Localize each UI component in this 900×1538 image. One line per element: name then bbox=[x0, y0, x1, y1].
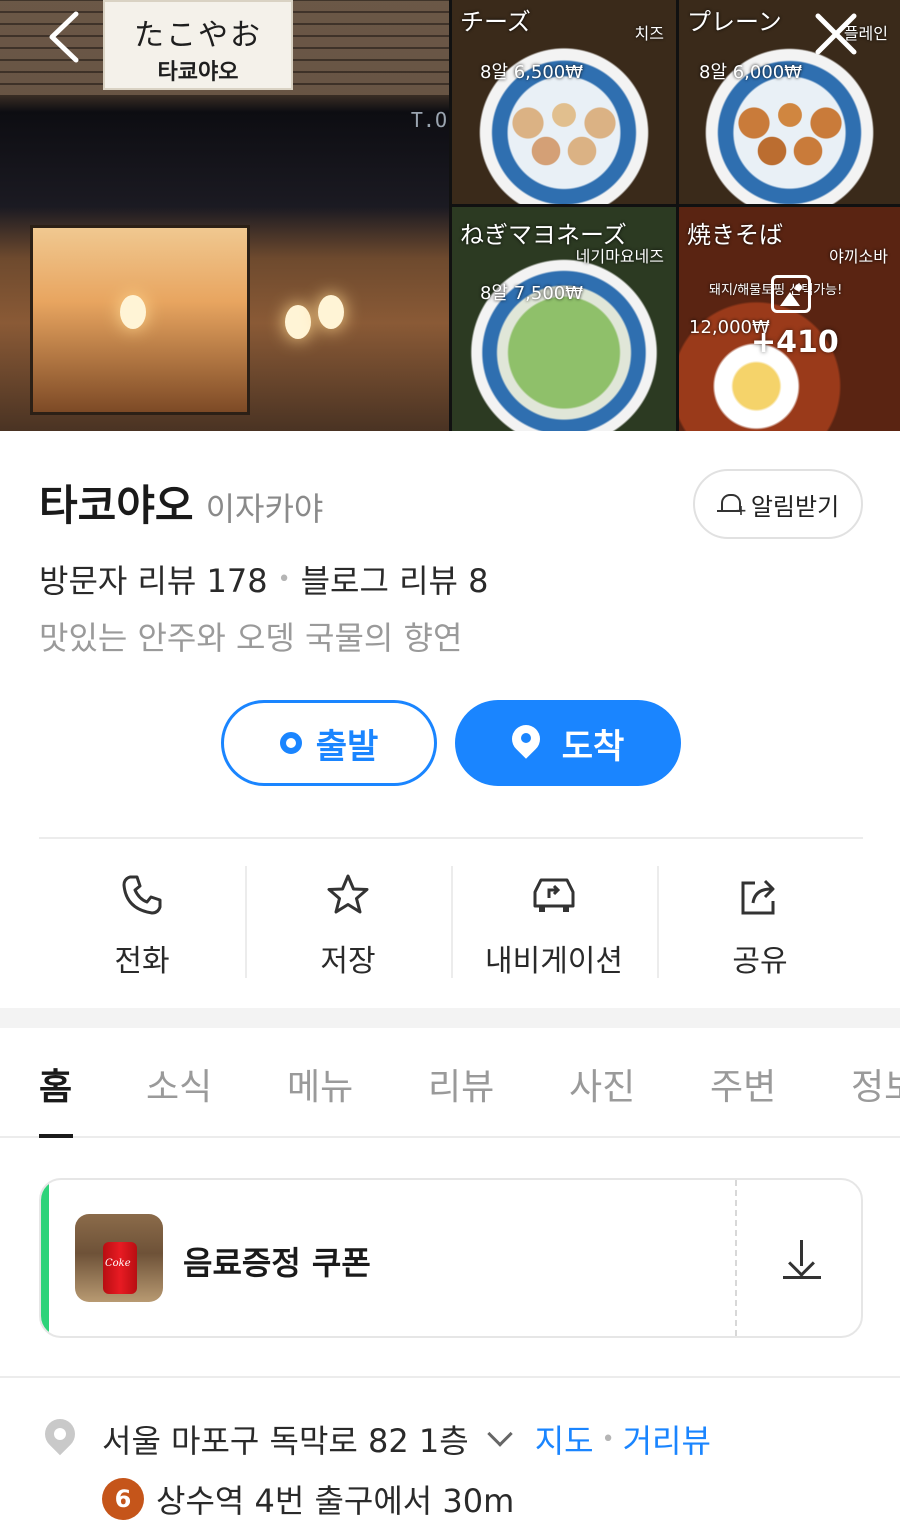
sign-logo-text: たこやお bbox=[134, 18, 262, 53]
place-category: 이자카야 bbox=[205, 490, 324, 528]
lantern bbox=[318, 295, 344, 329]
depart-label: 출발 bbox=[315, 726, 379, 767]
coupon-accent-bar bbox=[41, 1180, 49, 1336]
map-link[interactable]: 지도 bbox=[535, 1416, 594, 1462]
bell-plus-icon: + bbox=[716, 492, 747, 518]
navigation-action[interactable]: 내비게이션 bbox=[451, 866, 657, 980]
chevron-down-icon[interactable] bbox=[487, 1421, 513, 1447]
address-text: 서울 마포구 독막로 82 1층 bbox=[102, 1422, 469, 1460]
cola-can-image bbox=[103, 1242, 137, 1294]
notification-button[interactable]: + 알림받기 bbox=[693, 469, 863, 539]
address-row: 서울 마포구 독막로 82 1층 지도 • 거리뷰 bbox=[44, 1416, 711, 1462]
tab-home[interactable]: 홈 bbox=[39, 1058, 72, 1110]
menu-photo-price: 8알 6,000₩ bbox=[699, 62, 803, 83]
menu-photo-ko-label: 치즈 bbox=[634, 24, 664, 43]
close-button[interactable] bbox=[804, 10, 868, 74]
navigation-label: 내비게이션 bbox=[485, 944, 623, 979]
review-summary: 방문자 리뷰 178 • 블로그 리뷰 8 bbox=[39, 556, 489, 602]
place-title-row: 타코야오 이자카야 bbox=[39, 472, 323, 533]
tab-bar: 홈 소식 메뉴 리뷰 사진 주변 정보 bbox=[0, 1028, 900, 1138]
origin-icon bbox=[279, 732, 302, 754]
more-photos-count: +410 bbox=[751, 325, 839, 360]
action-bar: 전화 저장 내비게이션 공유 bbox=[39, 866, 863, 980]
location-pin-icon bbox=[44, 1419, 76, 1459]
menu-photo-cheese[interactable]: チーズ 치즈 8알 6,500₩ bbox=[452, 0, 676, 204]
tab-news[interactable]: 소식 bbox=[146, 1058, 212, 1110]
takoyaki-plate bbox=[504, 90, 624, 171]
photo-gallery[interactable]: たこやお 타쿄야오 T.O チーズ 치즈 8알 6,500₩ プレーン 플레인 … bbox=[0, 0, 900, 431]
subway-directions: 상수역 4번 출구에서 30m bbox=[156, 1482, 515, 1520]
lantern bbox=[120, 295, 146, 329]
close-icon bbox=[815, 13, 857, 55]
coupon-title: 음료증정 쿠폰 bbox=[183, 1244, 371, 1282]
back-button[interactable] bbox=[32, 10, 96, 74]
menu-photo-jp-label: チーズ bbox=[460, 8, 531, 36]
subway-row: 6 상수역 4번 출구에서 30m bbox=[102, 1476, 514, 1522]
takoyaki-plate bbox=[729, 90, 850, 171]
share-icon bbox=[737, 870, 783, 920]
menu-photo-negi-mayo[interactable]: ねぎマヨネーズ 네기마요네즈 8알 7,500₩ bbox=[452, 207, 676, 431]
active-tab-indicator bbox=[39, 1134, 73, 1138]
call-label: 전화 bbox=[114, 944, 170, 979]
tab-nearby[interactable]: 주변 bbox=[710, 1058, 776, 1110]
arrive-label: 도착 bbox=[561, 726, 625, 767]
subway-line-badge: 6 bbox=[102, 1478, 144, 1520]
map-pin-icon bbox=[512, 725, 540, 761]
phone-icon bbox=[120, 870, 164, 920]
chevron-left-icon bbox=[49, 11, 79, 63]
car-navigation-icon bbox=[529, 870, 579, 920]
tab-menu[interactable]: 메뉴 bbox=[287, 1058, 353, 1110]
save-action[interactable]: 저장 bbox=[245, 866, 451, 980]
more-photos-overlay[interactable]: +410 bbox=[679, 207, 900, 431]
share-label: 공유 bbox=[732, 944, 788, 979]
notification-label: 알림받기 bbox=[750, 492, 840, 521]
download-coupon-button[interactable] bbox=[783, 1240, 821, 1280]
image-icon bbox=[771, 275, 811, 313]
storefront-text: T.O bbox=[410, 108, 447, 132]
menu-photo-jp-label: プレーン bbox=[687, 8, 782, 36]
street-view-link[interactable]: 거리뷰 bbox=[623, 1416, 711, 1462]
shop-sign: たこやお 타쿄야오 bbox=[103, 0, 293, 90]
sign-name-text: 타쿄야오 bbox=[157, 60, 239, 85]
call-action[interactable]: 전화 bbox=[39, 866, 245, 980]
save-label: 저장 bbox=[320, 944, 376, 979]
tab-photos[interactable]: 사진 bbox=[569, 1058, 635, 1110]
share-action[interactable]: 공유 bbox=[657, 866, 863, 980]
place-tagline: 맛있는 안주와 오뎅 국물의 향연 bbox=[39, 619, 463, 657]
separator-dot: • bbox=[601, 1426, 615, 1452]
tab-reviews[interactable]: 리뷰 bbox=[428, 1058, 494, 1110]
divider bbox=[0, 1376, 900, 1378]
coupon-thumbnail bbox=[75, 1214, 163, 1302]
section-gap bbox=[0, 1008, 900, 1028]
divider bbox=[39, 837, 863, 839]
lantern bbox=[285, 305, 311, 339]
visitor-review-link[interactable]: 방문자 리뷰 178 bbox=[39, 556, 268, 602]
menu-photo-price: 8알 7,500₩ bbox=[480, 283, 584, 304]
depart-button[interactable]: 출발 bbox=[221, 700, 437, 786]
coupon-card[interactable]: 음료증정 쿠폰 bbox=[39, 1178, 863, 1338]
star-icon bbox=[325, 870, 371, 920]
tab-info[interactable]: 정보 bbox=[851, 1058, 900, 1110]
arrive-button[interactable]: 도착 bbox=[455, 700, 681, 786]
place-name: 타코야오 bbox=[39, 481, 194, 530]
menu-photo-price: 8알 6,500₩ bbox=[480, 62, 584, 83]
menu-photo-ko-label: 네기마요네즈 bbox=[575, 247, 664, 266]
coupon-separator bbox=[735, 1180, 737, 1336]
separator-dot: • bbox=[277, 566, 291, 592]
blog-review-link[interactable]: 블로그 리뷰 8 bbox=[301, 556, 489, 602]
